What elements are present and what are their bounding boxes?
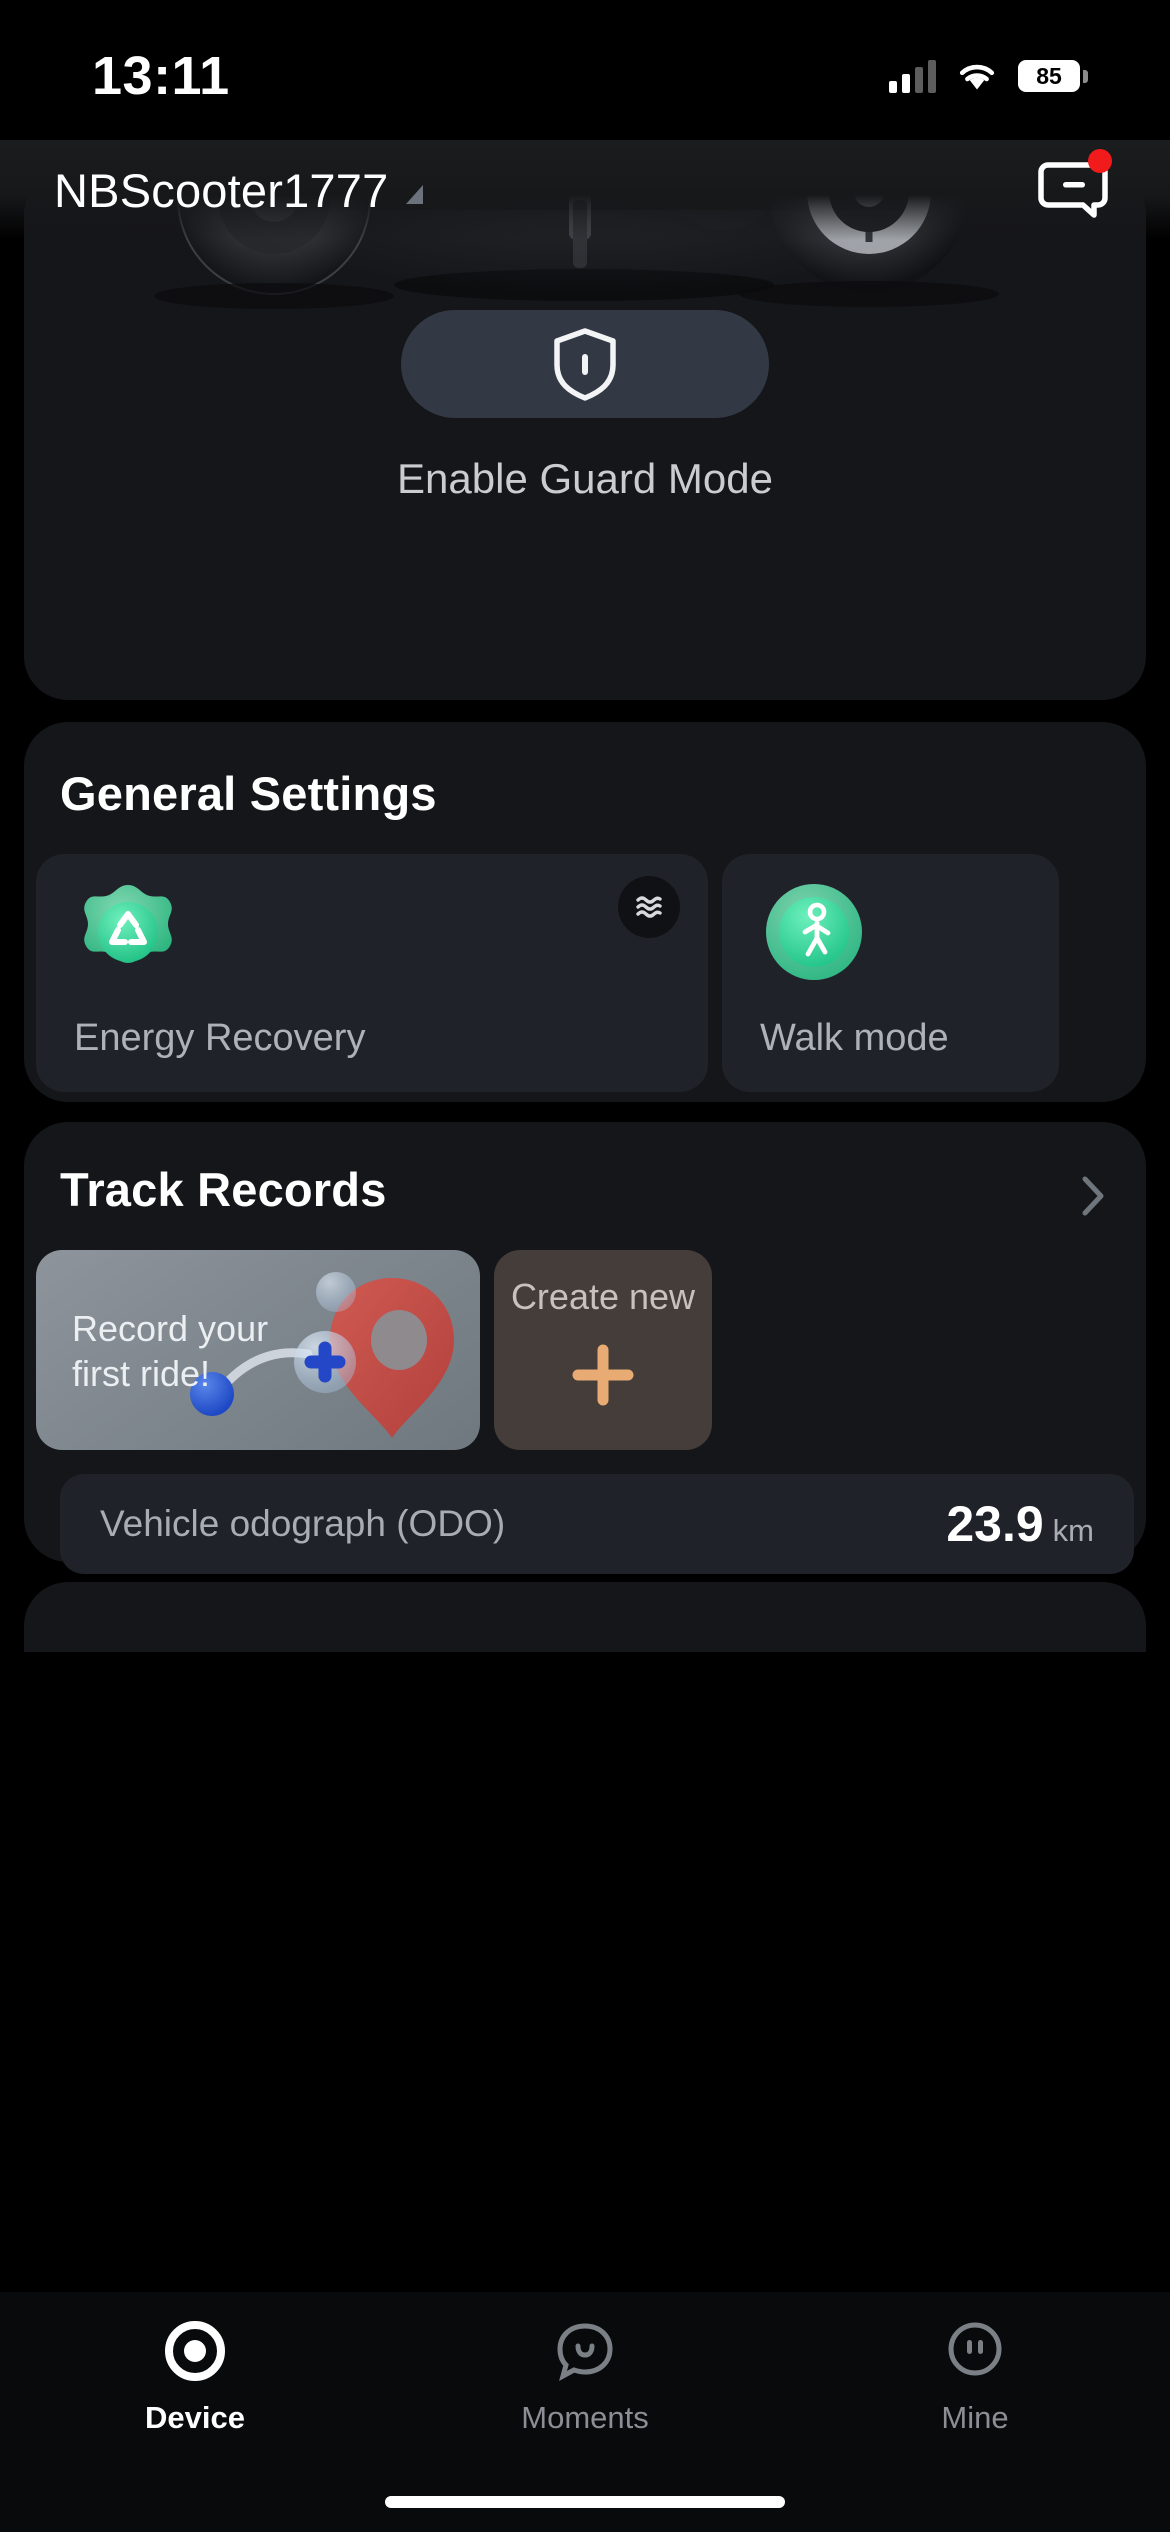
track-records-section: Track Records Record your first ride! Cr… <box>24 1122 1146 1574</box>
cellular-signal-icon <box>889 59 936 93</box>
odograph-unit: km <box>1052 1513 1094 1548</box>
recycle-energy-icon <box>74 880 182 988</box>
hint-line-2: first ride! <box>72 1353 211 1394</box>
create-new-label: Create new <box>510 1276 696 1317</box>
setting-label-energy-recovery: Energy Recovery <box>74 1017 366 1059</box>
setting-card-walk-mode[interactable]: Walk mode <box>722 854 1059 1092</box>
tab-mine-label: Mine <box>941 2400 1009 2435</box>
caret-down-icon <box>406 184 424 204</box>
device-circle-icon <box>165 2321 225 2381</box>
battery-level-text: 85 <box>1036 62 1062 89</box>
notification-badge <box>1088 149 1112 173</box>
chevron-right-icon[interactable] <box>1078 1174 1108 1218</box>
scroll-body: Enable Guard Mode General Settings Energ… <box>0 150 1170 2400</box>
track-records-title: Track Records <box>60 1163 387 1216</box>
status-bar: 13:11 85 <box>0 0 1170 140</box>
guard-mode-button[interactable] <box>401 310 769 418</box>
guard-mode-label: Enable Guard Mode <box>397 455 773 502</box>
plus-icon <box>560 1332 646 1423</box>
track-records-cards: Record your first ride! Create new <box>36 1250 712 1450</box>
record-first-ride-card[interactable]: Record your first ride! <box>36 1250 480 1450</box>
setting-label-walk-mode: Walk mode <box>760 1017 949 1059</box>
setting-card-energy-recovery[interactable]: Energy Recovery <box>36 854 708 1092</box>
odograph-number: 23.9 <box>946 1496 1044 1552</box>
odograph-value: 23.9 km <box>946 1495 1094 1553</box>
tab-device[interactable]: Device <box>0 2318 390 2436</box>
odograph-row[interactable]: Vehicle odograph (ODO) 23.9 km <box>60 1474 1134 1574</box>
tab-moments[interactable]: Moments <box>390 2318 780 2436</box>
status-bar-indicators: 85 <box>889 59 1088 93</box>
mine-face-icon <box>948 2322 1002 2376</box>
page-title: NBScooter1777 <box>54 163 389 217</box>
message-button[interactable] <box>1036 149 1112 225</box>
general-settings-section: General Settings Energy Recovery Walk mo… <box>24 722 1146 1102</box>
record-first-ride-hint: Record your first ride! <box>72 1306 322 1396</box>
wifi-icon <box>956 60 998 92</box>
tab-mine[interactable]: Mine <box>780 2318 1170 2436</box>
moments-smiley-icon <box>557 2323 613 2382</box>
walking-person-icon <box>760 880 868 988</box>
device-selector[interactable]: NBScooter1777 <box>54 163 424 218</box>
status-bar-time: 13:11 <box>92 46 230 106</box>
general-settings-cards: Energy Recovery Walk mode <box>36 854 1059 1092</box>
tab-moments-label: Moments <box>521 2400 649 2435</box>
tab-device-label: Device <box>145 2400 245 2435</box>
hint-line-1: Record your <box>72 1308 269 1349</box>
battery-icon: 85 <box>1018 60 1088 92</box>
bottom-tab-bar: Device Moments Mine <box>0 2292 1170 2532</box>
vehicle-hero-card: Enable Guard Mode <box>24 170 1146 700</box>
general-settings-title: General Settings <box>60 767 437 820</box>
odograph-label: Vehicle odograph (ODO) <box>100 1503 506 1544</box>
app-root: 13:11 85 NBScooter1777 Enable Guard Mode… <box>0 0 1170 2532</box>
home-indicator <box>385 2496 785 2508</box>
create-new-card[interactable]: Create new <box>494 1250 712 1450</box>
app-header: NBScooter1777 <box>0 140 1170 240</box>
next-section-peek <box>24 1582 1146 1652</box>
wave-level-icon[interactable] <box>618 876 680 938</box>
shield-icon <box>554 328 616 401</box>
